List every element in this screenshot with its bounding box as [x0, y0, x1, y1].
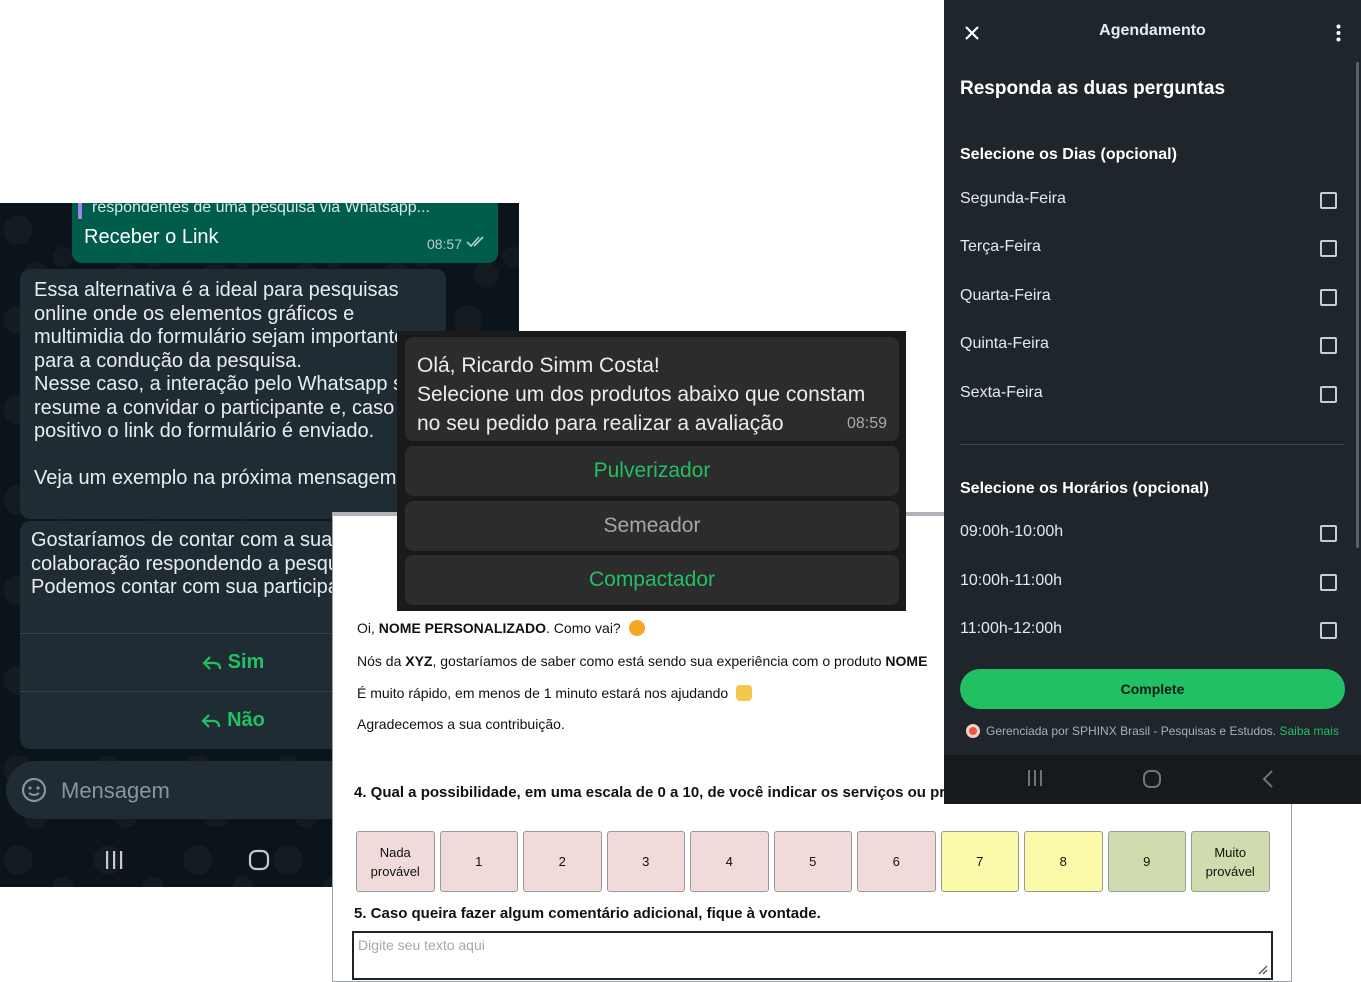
scale-option[interactable]: 4: [690, 831, 769, 892]
home-icon[interactable]: [1142, 769, 1162, 789]
scale-option[interactable]: 1: [439, 831, 518, 892]
checkbox[interactable]: [1320, 622, 1337, 639]
product-option-semeador[interactable]: Semeador: [405, 501, 899, 551]
pray-emoji-icon: [736, 685, 753, 701]
greeting-line: Oi, NOME PERSONALIZADO. Como vai?: [357, 620, 645, 636]
scale-option[interactable]: 3: [606, 831, 685, 892]
incoming-message-text: Essa alternativa é a ideal para pesquisa…: [34, 279, 416, 489]
scale-option[interactable]: 5: [773, 831, 852, 892]
checkbox[interactable]: [1320, 386, 1337, 403]
home-icon[interactable]: [247, 848, 271, 872]
sphinx-logo-icon: [966, 724, 980, 738]
comment-textarea[interactable]: Digite seu texto aqui: [352, 931, 1273, 980]
schedule-panel: Agendamento Responda as duas perguntas S…: [944, 0, 1361, 804]
checkbox[interactable]: [1320, 192, 1337, 209]
back-icon[interactable]: [1261, 769, 1275, 789]
checkbox[interactable]: [1320, 337, 1337, 354]
scale-option[interactable]: 9: [1107, 831, 1186, 892]
day-option-terca[interactable]: Terça-Feira: [960, 234, 1345, 264]
days-section-title: Selecione os Dias (opcional): [960, 146, 1177, 163]
day-option-quinta[interactable]: Quinta-Feira: [960, 331, 1345, 361]
scale-option[interactable]: 7: [940, 831, 1019, 892]
recent-apps-icon[interactable]: [1026, 769, 1044, 787]
hour-option-09[interactable]: 09:00h-10:00h: [960, 519, 1345, 549]
scale-option[interactable]: 6: [857, 831, 936, 892]
intro-line: Nós da XYZ, gostaríamos de saber como es…: [357, 653, 928, 669]
outgoing-message[interactable]: respondentes de uma pesquisa via Whatsap…: [72, 203, 498, 263]
checkbox[interactable]: [1320, 240, 1337, 257]
complete-button[interactable]: Complete: [960, 669, 1345, 709]
reply-arrow-icon: [202, 655, 221, 670]
day-option-segunda[interactable]: Segunda-Feira: [960, 186, 1345, 216]
managed-by-footer: Gerenciada por SPHINX Brasil - Pesquisas…: [966, 724, 1339, 738]
section-divider: [960, 444, 1345, 445]
learn-more-link[interactable]: Saiba mais: [1279, 724, 1338, 738]
scale-option[interactable]: Muito provável: [1191, 831, 1270, 892]
message-time: 08:57: [426, 236, 462, 252]
incoming-message: Essa alternativa é a ideal para pesquisa…: [20, 269, 446, 519]
checkbox[interactable]: [1320, 289, 1337, 306]
reply-arrow-icon: [201, 713, 221, 728]
product-option-compactador[interactable]: Compactador: [405, 555, 899, 605]
read-ticks-icon: [466, 236, 484, 248]
sticker-icon[interactable]: [20, 776, 48, 804]
product-option-pulverizador[interactable]: Pulverizador: [405, 446, 899, 496]
scrollbar[interactable]: [1356, 62, 1359, 548]
panel-title: Agendamento: [1099, 22, 1206, 39]
question-5: 5. Caso queira fazer algum comentário ad…: [354, 905, 821, 922]
outgoing-message-text: Receber o Link: [84, 226, 219, 248]
scale-option[interactable]: Nada provável: [356, 831, 435, 892]
message-placeholder: Mensagem: [61, 778, 170, 803]
scale-option[interactable]: 2: [523, 831, 602, 892]
day-option-sexta[interactable]: Sexta-Feira: [960, 380, 1345, 410]
hour-option-11[interactable]: 11:00h-12:00h: [960, 616, 1345, 646]
hours-section-title: Selecione os Horários (opcional): [960, 480, 1209, 497]
android-nav-bar: [944, 755, 1361, 804]
more-options-icon[interactable]: [1336, 24, 1341, 42]
resize-grip-icon[interactable]: [1256, 963, 1268, 975]
quick-line: É muito rápido, em menos de 1 minuto est…: [357, 685, 753, 701]
comment-placeholder: Digite seu texto aqui: [358, 937, 485, 953]
hour-option-10[interactable]: 10:00h-11:00h: [960, 568, 1345, 598]
product-prompt-message: Olá, Ricardo Simm Costa! Selecione um do…: [405, 337, 899, 441]
nps-scale: Nada provável 1 2 3 4 5 6 7 8 9 Muito pr…: [356, 831, 1270, 892]
thanks-line: Agradecemos a sua contribuição.: [357, 716, 565, 732]
whatsapp-product-list: Olá, Ricardo Simm Costa! Selecione um do…: [397, 331, 906, 611]
quoted-message[interactable]: respondentes de uma pesquisa via Whatsap…: [78, 203, 492, 219]
checkbox[interactable]: [1320, 525, 1337, 542]
product-prompt-text: Olá, Ricardo Simm Costa! Selecione um do…: [417, 354, 866, 435]
scale-option[interactable]: 8: [1024, 831, 1103, 892]
smile-emoji-icon: [628, 620, 645, 636]
message-time: 08:59: [846, 415, 887, 432]
checkbox[interactable]: [1320, 574, 1337, 591]
panel-heading: Responda as duas perguntas: [960, 78, 1226, 99]
recent-apps-icon[interactable]: [104, 851, 124, 869]
day-option-quarta[interactable]: Quarta-Feira: [960, 283, 1345, 313]
